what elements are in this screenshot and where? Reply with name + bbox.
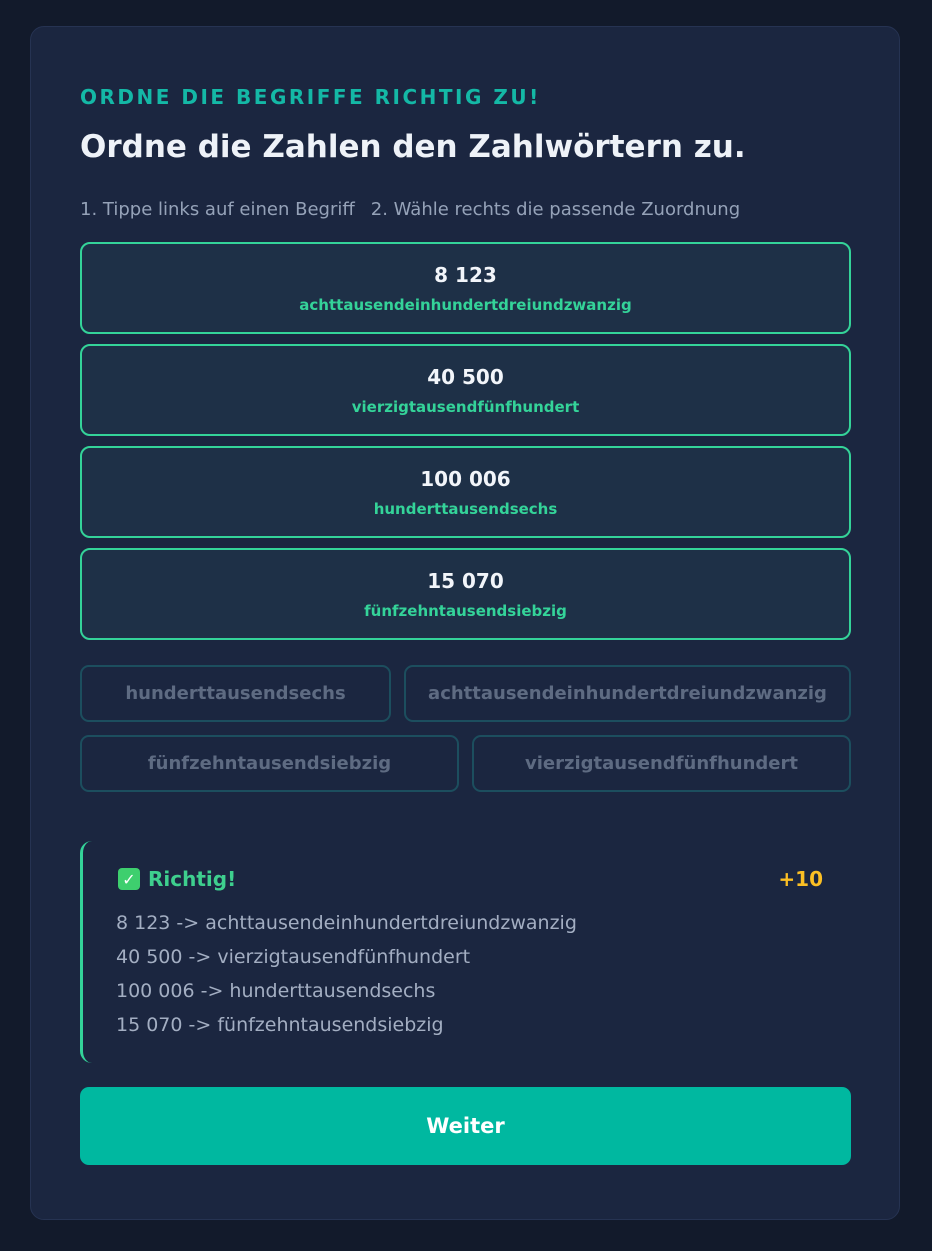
pair-word: vierzigtausendfünfhundert bbox=[351, 397, 580, 416]
feedback-line: 40 500 -> vierzigtausendfünfhundert bbox=[116, 946, 471, 968]
instruction-step-1: 1. Tippe links auf einen Begriff bbox=[80, 199, 355, 220]
feedback-line: 8 123 -> achttausendeinhundertdreiundzwa… bbox=[116, 912, 577, 934]
feedback-line: 100 006 -> hunderttausendsechs bbox=[116, 980, 436, 1002]
matched-pairs: 8 123 achttausendeinhundertdreiundzwanzi… bbox=[80, 242, 851, 650]
feedback-line: 15 070 -> fünfzehntausendsiebzig bbox=[116, 1014, 444, 1036]
matched-pair[interactable]: 15 070 fünfzehntausendsiebzig bbox=[80, 548, 851, 640]
feedback-header: ✓ Richtig! bbox=[118, 867, 236, 891]
feedback-title: Richtig! bbox=[148, 867, 237, 891]
pair-number: 100 006 bbox=[420, 466, 511, 491]
matched-pair[interactable]: 8 123 achttausendeinhundertdreiundzwanzi… bbox=[80, 242, 851, 334]
option-button[interactable]: achttausendeinhundertdreiundzwanzig bbox=[404, 665, 851, 722]
option-button[interactable]: hunderttausendsechs bbox=[80, 665, 391, 722]
option-row: fünfzehntausendsiebzig vierzigtausendfün… bbox=[80, 735, 851, 792]
quiz-card: ORDNE DIE BEGRIFFE RICHTIG ZU! Ordne die… bbox=[30, 26, 900, 1220]
pair-word: fünfzehntausendsiebzig bbox=[364, 601, 567, 620]
instruction-step-2: 2. Wähle rechts die passende Zuordnung bbox=[370, 199, 741, 220]
answer-options: hunderttausendsechs achttausendeinhunder… bbox=[80, 665, 851, 805]
pair-number: 40 500 bbox=[427, 364, 504, 389]
option-button[interactable]: vierzigtausendfünfhundert bbox=[472, 735, 851, 792]
pair-number: 15 070 bbox=[427, 568, 504, 593]
task-kicker: ORDNE DIE BEGRIFFE RICHTIG ZU! bbox=[80, 85, 541, 109]
check-mark-icon: ✓ bbox=[118, 868, 140, 890]
pair-word: hunderttausendsechs bbox=[373, 499, 558, 518]
feedback-panel: ✓ Richtig! +10 8 123 -> achttausendeinhu… bbox=[80, 841, 851, 1063]
matched-pair[interactable]: 100 006 hunderttausendsechs bbox=[80, 446, 851, 538]
pair-number: 8 123 bbox=[434, 262, 497, 287]
pair-word: achttausendeinhundertdreiundzwanzig bbox=[299, 295, 632, 314]
next-button[interactable]: Weiter bbox=[80, 1087, 851, 1165]
page-title: Ordne die Zahlen den Zahlwörtern zu. bbox=[80, 129, 746, 165]
instructions: 1. Tippe links auf einen Begriff 2. Wähl… bbox=[80, 199, 740, 220]
matched-pair[interactable]: 40 500 vierzigtausendfünfhundert bbox=[80, 344, 851, 436]
option-button[interactable]: fünfzehntausendsiebzig bbox=[80, 735, 459, 792]
feedback-lines: 8 123 -> achttausendeinhundertdreiundzwa… bbox=[116, 906, 577, 1042]
option-row: hunderttausendsechs achttausendeinhunder… bbox=[80, 665, 851, 722]
points-badge: +10 bbox=[778, 867, 823, 891]
